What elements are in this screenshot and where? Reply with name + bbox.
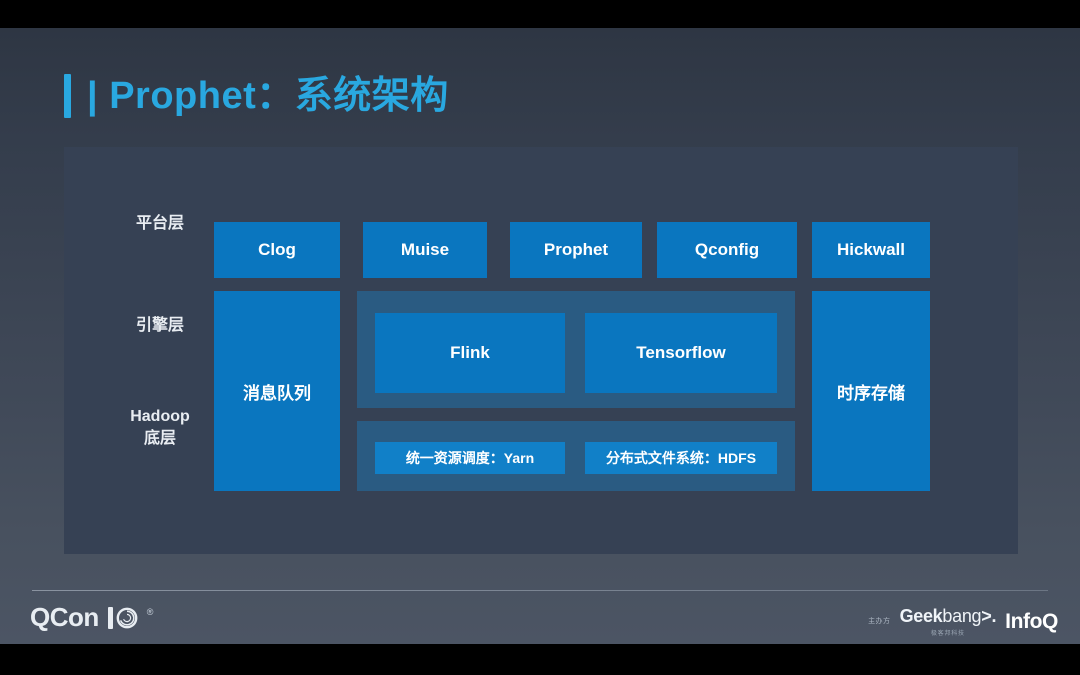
page-title: | Prophet：系统架构 xyxy=(64,74,449,118)
engine-box-time-series-storage[interactable]: 时序存储 xyxy=(812,291,930,491)
platform-box-prophet[interactable]: Prophet xyxy=(510,222,642,278)
title-text: | Prophet：系统架构 xyxy=(87,75,449,117)
qcon-digit-one-icon xyxy=(107,606,113,629)
layer-label-platform: 平台层 xyxy=(135,215,184,232)
layer-label-hadoop: Hadoop 底层 xyxy=(105,406,215,449)
letterbox-bottom-bar xyxy=(0,644,1080,675)
presentation-slide: | Prophet：系统架构 平台层 引擎层 Hadoop 底层 Clog Mu… xyxy=(0,28,1080,644)
sponsor-logos: 主办方 Geekbang>. 极客邦科技 InfoQ xyxy=(868,606,1058,637)
geekbang-thin-part: bang xyxy=(942,606,982,626)
qcon-brand-text: QCon xyxy=(30,602,99,632)
layer-label-hadoop-line1: Hadoop xyxy=(130,408,190,425)
platform-box-clog[interactable]: Clog xyxy=(214,222,340,278)
geekbang-arrow-icon: >. xyxy=(981,606,997,626)
qcon-logo: QCon ® xyxy=(30,602,153,633)
engine-box-flink[interactable]: Flink xyxy=(375,313,565,393)
layer-label-hadoop-line2: 底层 xyxy=(143,429,176,447)
qcon-registered-mark: ® xyxy=(146,606,154,617)
infoq-wordmark: InfoQ xyxy=(1005,609,1058,633)
layer-label-engine: 引擎层 xyxy=(135,317,184,334)
geekbang-subtitle: 极客邦科技 xyxy=(930,631,965,637)
qcon-spiral-zero-icon xyxy=(116,607,138,629)
title-accent-bar xyxy=(64,74,71,118)
platform-box-muise[interactable]: Muise xyxy=(363,222,487,278)
organizer-label-text: 主办方 xyxy=(868,617,891,625)
platform-box-hickwall[interactable]: Hickwall xyxy=(812,222,930,278)
hadoop-box-hdfs[interactable]: 分布式文件系统：HDFS xyxy=(585,442,777,474)
hadoop-box-yarn[interactable]: 统一资源调度：Yarn xyxy=(375,442,565,474)
qcon-anniversary-icon xyxy=(107,606,138,629)
geekbang-wordmark: Geekbang>. xyxy=(900,606,997,627)
organizer-label: 主办方 xyxy=(868,618,891,626)
geekbang-bold-part: Geek xyxy=(899,606,943,626)
engine-box-message-queue[interactable]: 消息队列 xyxy=(214,291,340,491)
slide-screen: | Prophet：系统架构 平台层 引擎层 Hadoop 底层 Clog Mu… xyxy=(0,0,1080,675)
letterbox-top-bar xyxy=(0,0,1080,28)
engine-box-tensorflow[interactable]: Tensorflow xyxy=(585,313,777,393)
platform-box-qconfig[interactable]: Qconfig xyxy=(657,222,797,278)
footer-divider xyxy=(32,590,1048,591)
geekbang-logo: Geekbang>. 极客邦科技 xyxy=(900,606,997,637)
